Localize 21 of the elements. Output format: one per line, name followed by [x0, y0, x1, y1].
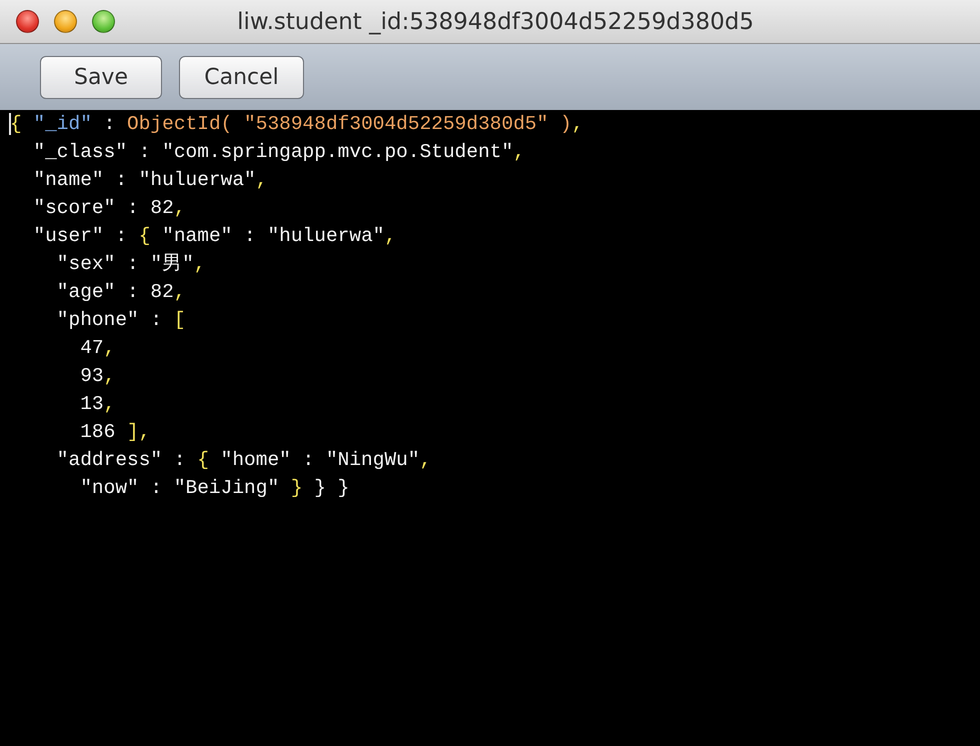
code-line: 186 ],	[79, 421, 150, 443]
minimize-icon[interactable]	[54, 10, 77, 33]
code-line: { "_id" : ObjectId( "538948df3004d52259d380d5" ),	[10, 113, 584, 135]
window-title: liw.student _id:538948df3004d52259d380d5	[236, 8, 755, 34]
code-line: 13,	[79, 393, 116, 415]
code-line: "age" : 82,	[56, 281, 186, 303]
code-line: "address" : { "home" : "NingWu",	[56, 449, 432, 471]
code-line: "phone" : [	[56, 309, 186, 331]
code-line: "user" : { "name" : "huluerwa",	[32, 225, 396, 247]
code-line: "now" : "BeiJing" } } }	[79, 477, 350, 499]
save-button[interactable]: Save	[40, 56, 162, 98]
code-line: 93,	[79, 365, 116, 387]
code-line: "sex" : "男",	[56, 253, 206, 275]
text-cursor	[9, 113, 11, 135]
close-icon[interactable]	[16, 10, 39, 33]
code-line: "score" : 82,	[32, 197, 186, 219]
code-line: "_class" : "com.springapp.mvc.po.Student",	[32, 141, 525, 163]
code-line: "name" : "huluerwa",	[32, 169, 268, 191]
zoom-icon[interactable]	[92, 10, 115, 33]
cancel-button[interactable]: Cancel	[179, 56, 304, 98]
code-line: 47,	[79, 337, 116, 359]
